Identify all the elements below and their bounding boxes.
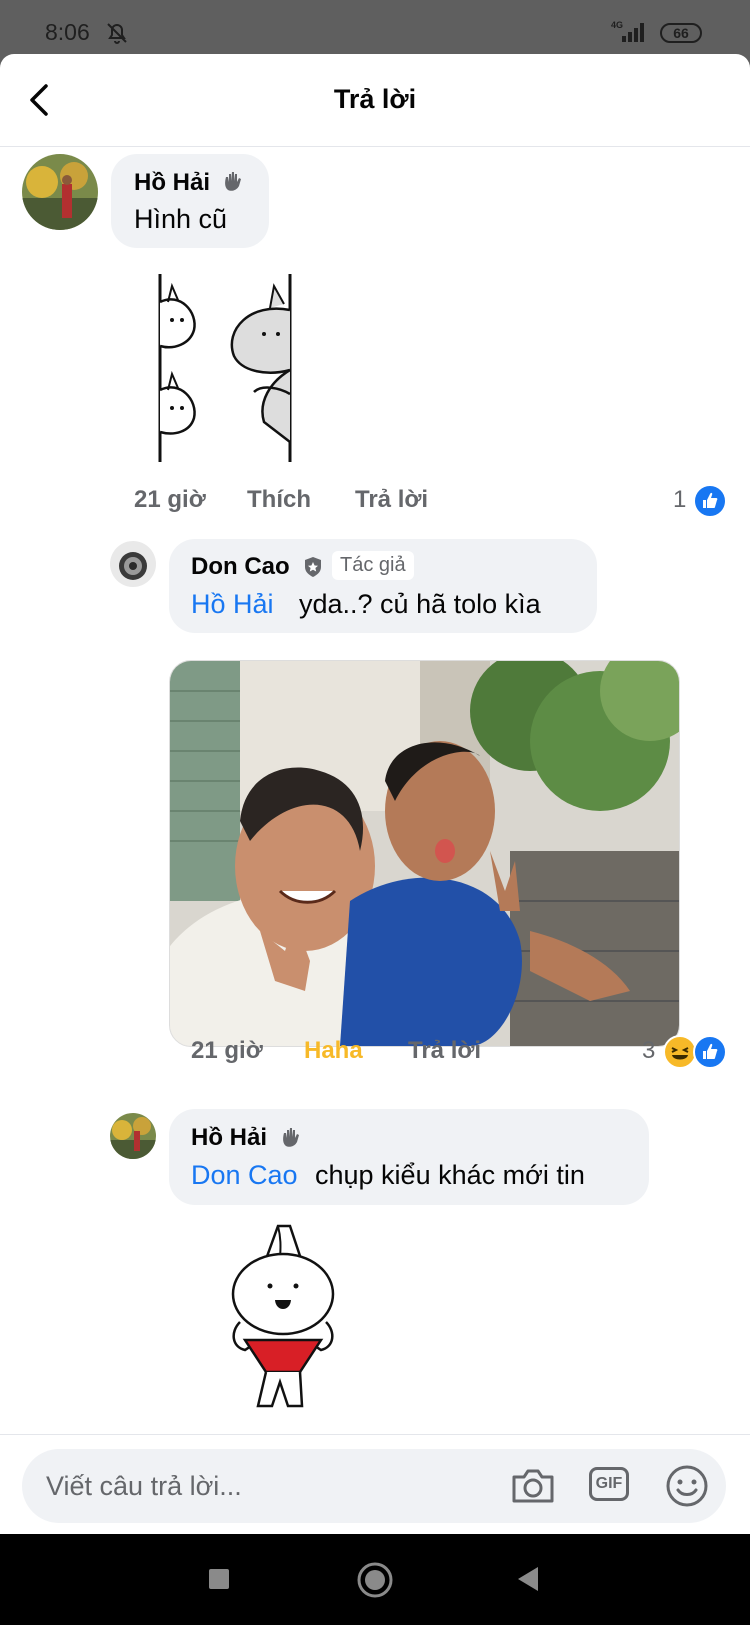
waving-hand-icon bbox=[225, 172, 241, 191]
waving-hand-icon bbox=[283, 1128, 299, 1147]
reaction-count[interactable]: 3 bbox=[642, 1037, 655, 1065]
haha-reaction-button[interactable]: Haha bbox=[304, 1037, 363, 1065]
bunny-sticker bbox=[231, 1224, 335, 1408]
comment-text: Hình cũ bbox=[134, 204, 228, 234]
comment-bubble[interactable]: Hồ Hải Don Cao chụp kiểu khác mới tin bbox=[169, 1109, 649, 1205]
recent-apps-button[interactable] bbox=[208, 1568, 230, 1590]
comment-bubble[interactable]: Hồ Hải Hình cũ bbox=[111, 154, 269, 248]
reply-composer: Viết câu trả lời... GIF bbox=[0, 1434, 750, 1534]
comment-author[interactable]: Hồ Hải bbox=[191, 1124, 267, 1152]
status-bar: 8:06 4G 66 bbox=[0, 0, 750, 56]
home-button[interactable] bbox=[356, 1561, 394, 1599]
status-time: 8:06 bbox=[45, 19, 90, 45]
system-nav-bar bbox=[0, 1534, 750, 1625]
reply-button[interactable]: Trả lời bbox=[355, 486, 428, 514]
header: Trả lời bbox=[0, 54, 750, 147]
battery-icon: 66 bbox=[660, 23, 702, 43]
reaction-count[interactable]: 1 bbox=[673, 486, 686, 514]
comment-time: 21 giờ bbox=[134, 486, 206, 513]
bunny-peek-sticker bbox=[158, 274, 292, 462]
signal-icon bbox=[622, 23, 644, 42]
gif-label: GIF bbox=[595, 1475, 623, 1492]
comment-author[interactable]: Don Cao bbox=[191, 553, 290, 581]
like-reaction-icon[interactable] bbox=[693, 1035, 727, 1069]
reply-input-placeholder: Viết câu trả lời... bbox=[46, 1471, 242, 1501]
mention-link[interactable]: Hồ Hải bbox=[191, 589, 274, 620]
gif-icon[interactable]: GIF bbox=[589, 1467, 629, 1501]
reply-sheet: Trả lời Hồ Hải Hình cũ 21 giờ Thích Trả … bbox=[0, 54, 750, 1534]
haha-emoji-icon[interactable] bbox=[663, 1035, 697, 1069]
reply-button[interactable]: Trả lời bbox=[408, 1037, 481, 1065]
bell-off-icon bbox=[107, 23, 127, 44]
avatar[interactable] bbox=[110, 1113, 156, 1159]
avatar[interactable] bbox=[22, 154, 98, 230]
author-badge: Tác giả bbox=[332, 551, 414, 580]
reply-input[interactable]: Viết câu trả lời... GIF bbox=[22, 1449, 726, 1523]
comment-time: 21 giờ bbox=[191, 1037, 263, 1064]
mention-link[interactable]: Don Cao bbox=[191, 1160, 298, 1191]
like-reaction-icon[interactable] bbox=[693, 484, 727, 518]
like-button[interactable]: Thích bbox=[247, 486, 311, 514]
comment-text: yda..? củ hã tolo kìa bbox=[299, 589, 541, 619]
avatar[interactable] bbox=[110, 541, 156, 587]
page-title: Trả lời bbox=[333, 84, 417, 114]
camera-icon[interactable] bbox=[510, 1463, 556, 1509]
verified-shield-icon bbox=[305, 557, 321, 577]
comment-author[interactable]: Hồ Hải bbox=[134, 169, 210, 197]
comment-photo[interactable] bbox=[169, 660, 680, 1047]
emoji-icon[interactable] bbox=[664, 1463, 710, 1509]
back-nav-button[interactable] bbox=[516, 1566, 540, 1592]
comment-bubble[interactable]: Don Cao Tác giả Hồ Hải yda..? củ hã tolo… bbox=[169, 539, 597, 633]
comment-text: chụp kiểu khác mới tin bbox=[315, 1160, 585, 1190]
